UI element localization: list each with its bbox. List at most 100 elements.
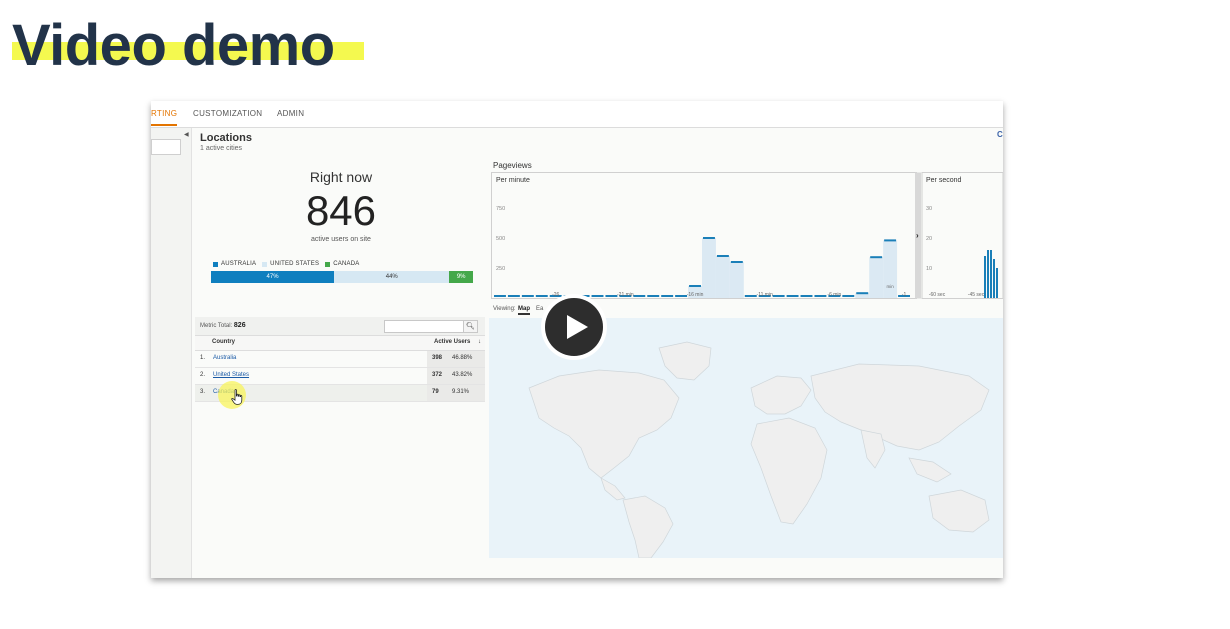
y-tick-label: 20 — [926, 236, 932, 242]
legend-label: AUSTRALIA — [221, 261, 257, 267]
row-rank: 2. — [200, 372, 206, 378]
x-unit-label: min — [886, 284, 894, 289]
sort-arrow-icon[interactable]: ↓ — [478, 339, 481, 345]
country-legend: AUSTRALIA UNITED STATES CANADA — [213, 261, 365, 267]
metric-total: Metric Total: 826 — [200, 322, 246, 329]
share-segment-united-states: 44% — [334, 271, 450, 283]
per-minute-bar-cap — [772, 295, 785, 297]
country-link[interactable]: United States — [213, 372, 249, 378]
hand-cursor-icon — [231, 389, 243, 405]
row-rank: 3. — [200, 389, 206, 395]
per-minute-bar-cap — [870, 256, 883, 259]
per-second-bar — [984, 256, 986, 298]
legend-swatch — [262, 261, 268, 267]
map-southeast-asia — [908, 457, 952, 483]
metric-total-strip: Metric Total: 826 🔍︎ — [195, 317, 485, 336]
map-south-america — [622, 495, 674, 559]
viewing-label: Viewing: — [493, 306, 516, 312]
nav-tab-reporting[interactable]: RTING — [151, 101, 178, 126]
pageviews-chart: ›Per minute250500750-26 -21 min -16 min -11… — [491, 172, 1003, 299]
table-search-input[interactable] — [384, 320, 464, 333]
x-tick-label: -21 min — [617, 292, 634, 298]
map-greenland — [658, 341, 712, 381]
legend-label: UNITED STATES — [270, 261, 320, 267]
column-header-active-users[interactable]: Active Users — [434, 339, 470, 345]
x-tick-label: -11 min — [757, 292, 774, 298]
per-minute-bar-cap — [716, 255, 729, 257]
map-central-america — [600, 477, 626, 501]
map-europe — [750, 375, 812, 415]
search-icon[interactable]: 🔍︎ — [463, 320, 478, 333]
right-now-label: Right now — [309, 169, 373, 185]
table-header: Country Active Users ↓ — [195, 336, 485, 351]
share-segment-canada: 9% — [449, 271, 473, 283]
legend-item-united-states: UNITED STATES — [262, 261, 319, 267]
per-minute-bar-cap — [730, 261, 743, 263]
x-tick-label: -6 min — [827, 292, 841, 298]
table-row[interactable]: 1. Australia 398 46.88% — [195, 351, 485, 368]
x-tick-label: -60 sec — [929, 292, 946, 298]
per-second-title: Per second — [926, 177, 962, 184]
active-users-percent: 43.82% — [452, 372, 473, 378]
per-minute-bar-cap — [884, 239, 897, 242]
top-navigation: RTING CUSTOMIZATION ADMIN — [151, 101, 1003, 128]
y-tick-label: 500 — [496, 236, 505, 242]
video-frame[interactable]: RTING CUSTOMIZATION ADMIN ◀ Locations 1 … — [151, 101, 1003, 578]
page-subtitle: 1 active cities — [200, 145, 243, 152]
per-minute-bar-cap — [521, 295, 534, 297]
sidebar-search-input[interactable] — [151, 139, 181, 155]
share-segment-australia: 47% — [211, 271, 335, 283]
per-minute-bar-cap — [675, 295, 688, 297]
pageviews-title: Pageviews — [493, 161, 532, 170]
active-users-percent: 9.31% — [452, 389, 470, 395]
per-minute-bar-cap — [800, 295, 813, 297]
x-tick-label: -16 min — [687, 292, 704, 298]
slide-title: Video demo — [12, 13, 335, 78]
per-minute-bar-cap — [856, 292, 869, 295]
per-minute-bar-cap — [786, 295, 799, 297]
page-title: Locations — [200, 132, 252, 144]
x-tick-label: -1 — [902, 292, 907, 298]
per-minute-bar-cap — [703, 237, 715, 239]
play-button[interactable] — [539, 292, 609, 362]
legend-item-canada: CANADA — [325, 261, 359, 267]
column-header-country[interactable]: Country — [212, 339, 235, 345]
per-second-bar — [987, 250, 989, 298]
collapse-arrow-icon[interactable]: ◀ — [184, 131, 189, 138]
row-rank: 1. — [200, 355, 206, 361]
metric-total-value: 826 — [233, 322, 246, 329]
metric-total-label: Metric Total: — [200, 323, 233, 329]
active-users-value: 398 — [432, 355, 443, 361]
map-africa — [750, 417, 828, 525]
per-minute-bar — [729, 262, 744, 298]
corner-link[interactable]: C — [997, 130, 1003, 139]
per-minute-title: Per minute — [496, 177, 530, 184]
active-users-value: 79 — [432, 389, 439, 395]
per-second-bar — [990, 250, 992, 298]
legend-label: CANADA — [333, 261, 360, 267]
per-minute-bar-cap — [633, 295, 646, 297]
legend-swatch — [213, 261, 218, 267]
country-link[interactable]: Australia — [213, 355, 236, 361]
y-tick-label: 250 — [496, 266, 505, 272]
per-minute-bar — [883, 240, 898, 298]
per-minute-bar — [715, 256, 730, 298]
per-minute-bar-cap — [814, 295, 827, 297]
per-second-bar — [996, 268, 998, 298]
map-north-america — [528, 369, 680, 479]
x-tick-label: -45 sec — [968, 292, 985, 298]
nav-tab-admin[interactable]: ADMIN — [277, 101, 304, 126]
tab-map[interactable]: Map — [518, 306, 530, 315]
active-users-sublabel: active users on site — [311, 236, 371, 243]
legend-swatch — [325, 261, 331, 267]
map-asia — [810, 363, 990, 451]
per-minute-bar-cap — [661, 295, 674, 297]
legend-item-australia: AUSTRALIA — [213, 261, 256, 267]
map-india — [860, 429, 886, 469]
country-share-bar: 47% 44% 9% — [211, 271, 473, 283]
nav-tab-customization[interactable]: CUSTOMIZATION — [193, 101, 262, 126]
chart-scroll-arrow-icon: › — [916, 231, 919, 240]
per-minute-bar — [702, 238, 716, 298]
active-users-count: 846 — [305, 187, 377, 234]
map-australia — [928, 489, 990, 533]
